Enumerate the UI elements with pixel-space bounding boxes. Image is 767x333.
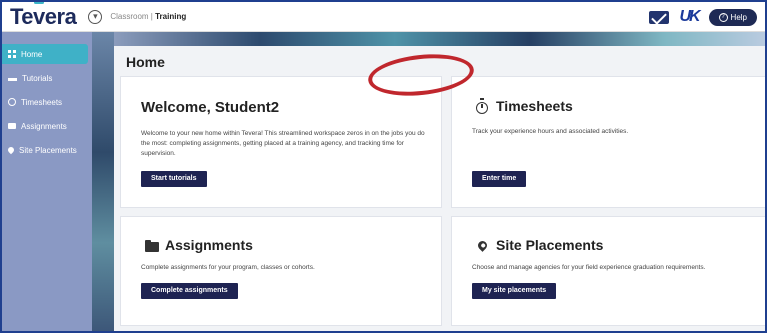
header-banner-image — [92, 32, 765, 46]
assignments-title: Assignments — [165, 237, 253, 253]
sidebar-item-label: Home — [21, 49, 43, 59]
page-title: Home — [126, 54, 165, 70]
uk-logo: UK — [679, 8, 700, 25]
complete-assignments-button[interactable]: Complete assignments — [141, 283, 238, 299]
folder-icon — [145, 240, 159, 252]
top-bar: Tevera ▾ Classroom | Training UK ? Help — [2, 2, 765, 32]
sidebar-item-site-placements[interactable]: Site Placements — [2, 140, 92, 160]
timesheets-title: Timesheets — [496, 98, 573, 114]
assignments-card: Assignments Complete assignments for you… — [120, 216, 442, 326]
site-placements-card: Site Placements Choose and manage agenci… — [451, 216, 765, 326]
sidebar: Home Tutorials Timesheets Assignments Si… — [2, 32, 92, 331]
sidebar-item-home[interactable]: Home — [2, 44, 88, 64]
welcome-text: Welcome to your new home within Tevera! … — [141, 130, 425, 157]
welcome-title: Welcome, Student2 — [141, 99, 280, 116]
welcome-card: Welcome, Student2 Welcome to your new ho… — [120, 76, 442, 208]
clock-icon — [8, 98, 16, 106]
graduation-cap-icon — [8, 75, 17, 81]
messages-icon[interactable] — [649, 10, 670, 24]
map-pin-icon — [6, 145, 16, 155]
question-icon: ? — [718, 12, 728, 22]
app-window: Tevera ▾ Classroom | Training UK ? Help … — [0, 0, 767, 333]
assignments-text: Complete assignments for your program, c… — [141, 264, 315, 271]
top-right-actions: UK ? Help — [649, 8, 757, 26]
stopwatch-icon — [476, 98, 488, 114]
grid-icon — [8, 50, 16, 58]
timesheets-card: Timesheets Track your experience hours a… — [451, 76, 765, 208]
enter-time-button[interactable]: Enter time — [472, 171, 527, 187]
context-switch-icon[interactable]: ▾ — [88, 9, 103, 24]
timesheets-text: Track your experience hours and associat… — [472, 128, 629, 135]
sidebar-item-tutorials[interactable]: Tutorials — [2, 68, 92, 88]
help-label: Help — [730, 12, 747, 22]
sidebar-item-timesheets[interactable]: Timesheets — [2, 92, 92, 112]
sidebar-item-label: Site Placements — [19, 145, 77, 155]
map-pin-icon — [476, 239, 489, 252]
sidebar-item-label: Assignments — [21, 121, 67, 131]
start-tutorials-button[interactable]: Start tutorials — [141, 171, 207, 187]
help-button[interactable]: ? Help — [708, 8, 757, 26]
breadcrumb: Classroom | Training — [110, 12, 186, 21]
sidebar-item-label: Tutorials — [22, 73, 53, 83]
folder-icon — [8, 123, 16, 129]
tevera-logo[interactable]: Tevera — [10, 4, 77, 30]
sidebar-item-assignments[interactable]: Assignments — [2, 116, 92, 136]
site-placements-title: Site Placements — [496, 237, 604, 253]
breadcrumb-current: Training — [155, 12, 187, 21]
sidebar-item-label: Timesheets — [21, 97, 63, 107]
site-placements-text: Choose and manage agencies for your fiel… — [472, 264, 706, 271]
background-image-strip — [92, 32, 114, 331]
breadcrumb-parent[interactable]: Classroom — [110, 12, 148, 21]
my-site-placements-button[interactable]: My site placements — [472, 283, 557, 299]
